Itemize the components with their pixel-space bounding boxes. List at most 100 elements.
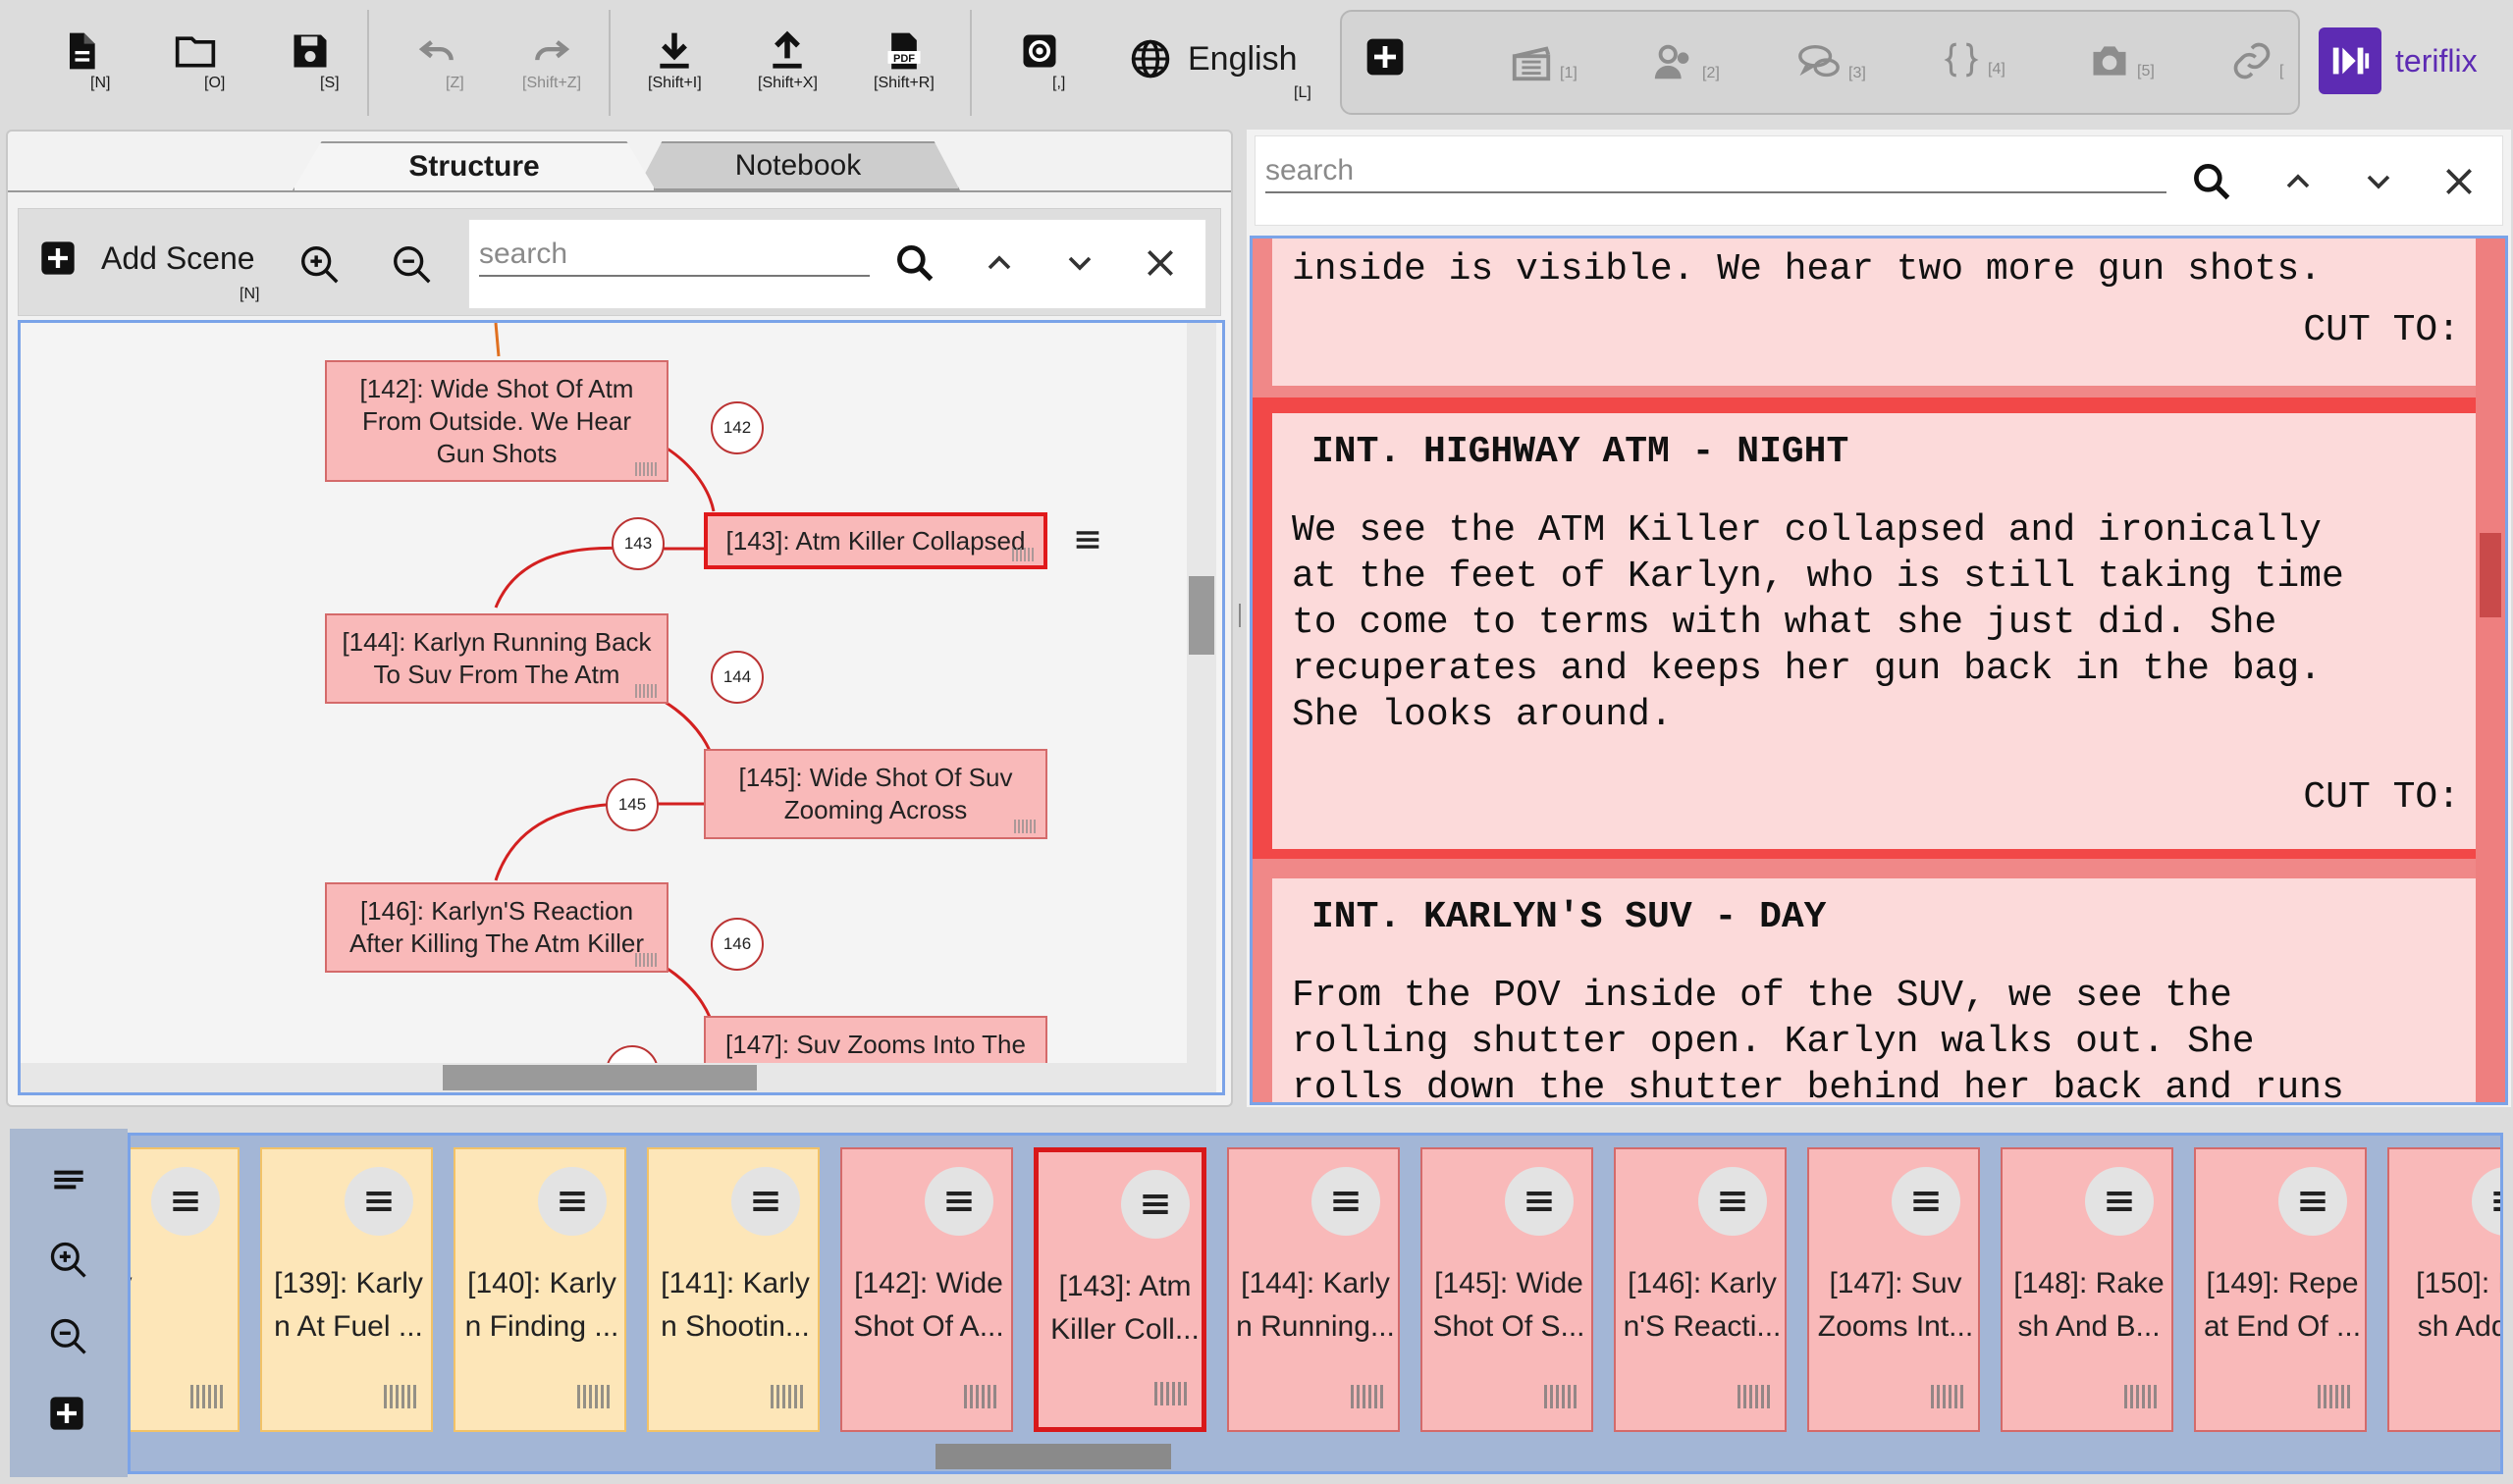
scene-card-title: [148]: Rake sh And B... (2013, 1267, 2165, 1343)
strip-menu-button[interactable] (47, 1158, 90, 1206)
scene-card-menu-button[interactable] (925, 1167, 993, 1236)
scene-card-menu-button[interactable] (151, 1167, 220, 1236)
scene-card[interactable]: [149]: Repe at End Of ... (2194, 1147, 2367, 1432)
scene-card-menu-button[interactable] (538, 1167, 607, 1236)
scene-card[interactable]: [144]: Karly n Running... (1227, 1147, 1400, 1432)
search-button[interactable] (893, 241, 936, 290)
undo-button[interactable]: [Z] (410, 29, 464, 108)
scene-card-menu-button[interactable] (1121, 1170, 1190, 1239)
search-close-button[interactable] (2439, 162, 2479, 206)
teriflix-logo-mark (2319, 27, 2381, 94)
scene-action[interactable]: From the POV inside of the SUV, we see t… (1292, 973, 2470, 1102)
scrollbar-thumb[interactable] (443, 1065, 757, 1090)
import-button[interactable]: [Shift+I] (648, 29, 702, 108)
scene-card[interactable]: [147]: Suv Zooms Int... (1807, 1147, 1980, 1432)
save-file-button[interactable]: [S] (281, 29, 340, 108)
search-close-button[interactable] (1141, 243, 1180, 288)
scene-heading[interactable]: INT. HIGHWAY ATM - NIGHT (1311, 431, 1848, 473)
new-file-button[interactable]: [N] (51, 29, 110, 108)
add-scene-button[interactable]: Add Scene (38, 238, 255, 278)
scene-number-badge: 145 (606, 778, 659, 831)
horizontal-scrollbar[interactable] (21, 1063, 1189, 1092)
structure-canvas[interactable]: [142]: Wide Shot Of Atm From Outside. We… (18, 320, 1225, 1095)
hamburger-icon (366, 1192, 392, 1211)
zoom-out-button[interactable] (390, 242, 435, 292)
editor-scrollbar[interactable] (2476, 238, 2505, 1102)
scene-card[interactable]: [140]: Karly n Finding ... (454, 1147, 626, 1432)
scene-card[interactable]: [143]: Atm Killer Coll... (1034, 1147, 1206, 1432)
scene-block[interactable]: inside is visible. We hear two more gun … (1272, 238, 2480, 386)
scene-node-144[interactable]: [144]: Karlyn Running Back To Suv From T… (325, 613, 668, 704)
scene-block[interactable]: INT. KARLYN'S SUV - DAY From the POV ins… (1272, 878, 2480, 1102)
export-button[interactable]: [Shift+X] (758, 29, 818, 108)
scene-card[interactable]: [150]: Ra sh Addre (2387, 1147, 2500, 1432)
node-menu-button[interactable] (1071, 523, 1104, 561)
tab-notebook[interactable]: Notebook (636, 141, 960, 190)
strip-zoom-out-button[interactable] (47, 1315, 90, 1363)
scene-card[interactable]: [146]: Karly n'S Reacti... (1614, 1147, 1787, 1432)
settings-button[interactable]: [,] (1013, 29, 1065, 108)
language-selector[interactable]: English (1129, 37, 1298, 80)
strip-scrollbar-thumb[interactable] (936, 1444, 1171, 1469)
scene-node-label: [143]: Atm Killer Collapsed (725, 525, 1026, 556)
shot-button[interactable]: [5] (2088, 39, 2155, 82)
vertical-scrollbar[interactable] (1187, 323, 1216, 1092)
tab-structure[interactable]: Structure (293, 141, 656, 190)
search-button[interactable] (2190, 160, 2233, 208)
scene-card-menu-button[interactable] (731, 1167, 800, 1236)
scene-action[interactable]: We see the ATM Killer collapsed and iron… (1292, 507, 2470, 738)
structure-search-input[interactable] (479, 234, 870, 277)
scene-transition[interactable]: CUT TO: (2303, 309, 2460, 351)
scene-node-143[interactable]: [143]: Atm Killer Collapsed (704, 512, 1047, 569)
strip-add-scene-button[interactable] (47, 1394, 86, 1438)
add-element-button[interactable] (1363, 35, 1407, 79)
scene-card-menu-button[interactable] (1505, 1167, 1574, 1236)
scene-node-142[interactable]: [142]: Wide Shot Of Atm From Outside. We… (325, 360, 668, 482)
screenplay-search-input[interactable] (1265, 150, 2166, 193)
scene-card[interactable]: [141]: Karly n Shootin... (647, 1147, 820, 1432)
transition-button[interactable]: [ (2230, 39, 2283, 82)
scene-block-current[interactable]: INT. HIGHWAY ATM - NIGHT We see the ATM … (1272, 413, 2480, 849)
search-next-button[interactable] (2359, 162, 2398, 206)
scene-node-146[interactable]: [146]: Karlyn'S Reaction After Killing T… (325, 882, 668, 973)
scene-card-menu-button[interactable] (1698, 1167, 1767, 1236)
open-file-button[interactable]: [O] (165, 29, 225, 108)
scene-node-145[interactable]: [145]: Wide Shot Of Suv Zooming Across (704, 749, 1047, 839)
save-icon (294, 34, 327, 68)
scene-node-label: [145]: Wide Shot Of Suv Zooming Across (738, 763, 1013, 824)
scene-card-menu-button[interactable] (2085, 1167, 2154, 1236)
export-shortcut: [Shift+X] (758, 75, 818, 91)
scrollbar-thumb[interactable] (1189, 576, 1214, 655)
strip-zoom-in-button[interactable] (47, 1239, 90, 1287)
scene-card[interactable]: [148]: Rake sh And B... (2001, 1147, 2173, 1432)
scene-card-menu-button[interactable] (2472, 1167, 2500, 1236)
scene-card-menu-button[interactable] (345, 1167, 413, 1236)
scene-card-strip[interactable]: : Karly king... [139]: Karly n At Fuel ..… (128, 1133, 2503, 1474)
scene-transition[interactable]: CUT TO: (2303, 776, 2460, 819)
svg-text:PDF: PDF (893, 53, 915, 65)
export-pdf-button[interactable]: PDF [Shift+R] (874, 29, 935, 108)
scene-heading-button[interactable]: [1] (1509, 39, 1577, 84)
character-button[interactable]: [2] (1651, 39, 1720, 84)
parenthetical-button[interactable]: [4] (1941, 39, 2005, 80)
scene-card-menu-button[interactable] (1892, 1167, 1960, 1236)
scene-card[interactable]: [145]: Wide Shot Of S... (1420, 1147, 1593, 1432)
search-next-button[interactable] (1060, 243, 1099, 288)
scene-action[interactable]: inside is visible. We hear two more gun … (1292, 246, 2470, 292)
screenplay-editor[interactable]: inside is visible. We hear two more gun … (1250, 236, 2508, 1105)
search-previous-button[interactable] (2278, 162, 2318, 206)
hamburger-icon (946, 1192, 972, 1211)
scrollbar-thumb[interactable] (2480, 533, 2501, 617)
dialogue-button[interactable]: [3] (1795, 39, 1866, 84)
scene-card[interactable]: [142]: Wide Shot Of A... (840, 1147, 1013, 1432)
scene-heading[interactable]: INT. KARLYN'S SUV - DAY (1311, 896, 1827, 938)
pdf-icon: PDF (887, 32, 921, 70)
scene-card-menu-button[interactable] (1311, 1167, 1380, 1236)
scene-card[interactable]: : Karly king... (131, 1147, 240, 1432)
panel-splitter[interactable] (1239, 604, 1243, 627)
search-previous-button[interactable] (980, 243, 1019, 288)
scene-card-menu-button[interactable] (2278, 1167, 2347, 1236)
zoom-in-button[interactable] (297, 242, 343, 292)
redo-button[interactable]: [Shift+Z] (522, 29, 581, 108)
scene-card[interactable]: [139]: Karly n At Fuel ... (260, 1147, 433, 1432)
